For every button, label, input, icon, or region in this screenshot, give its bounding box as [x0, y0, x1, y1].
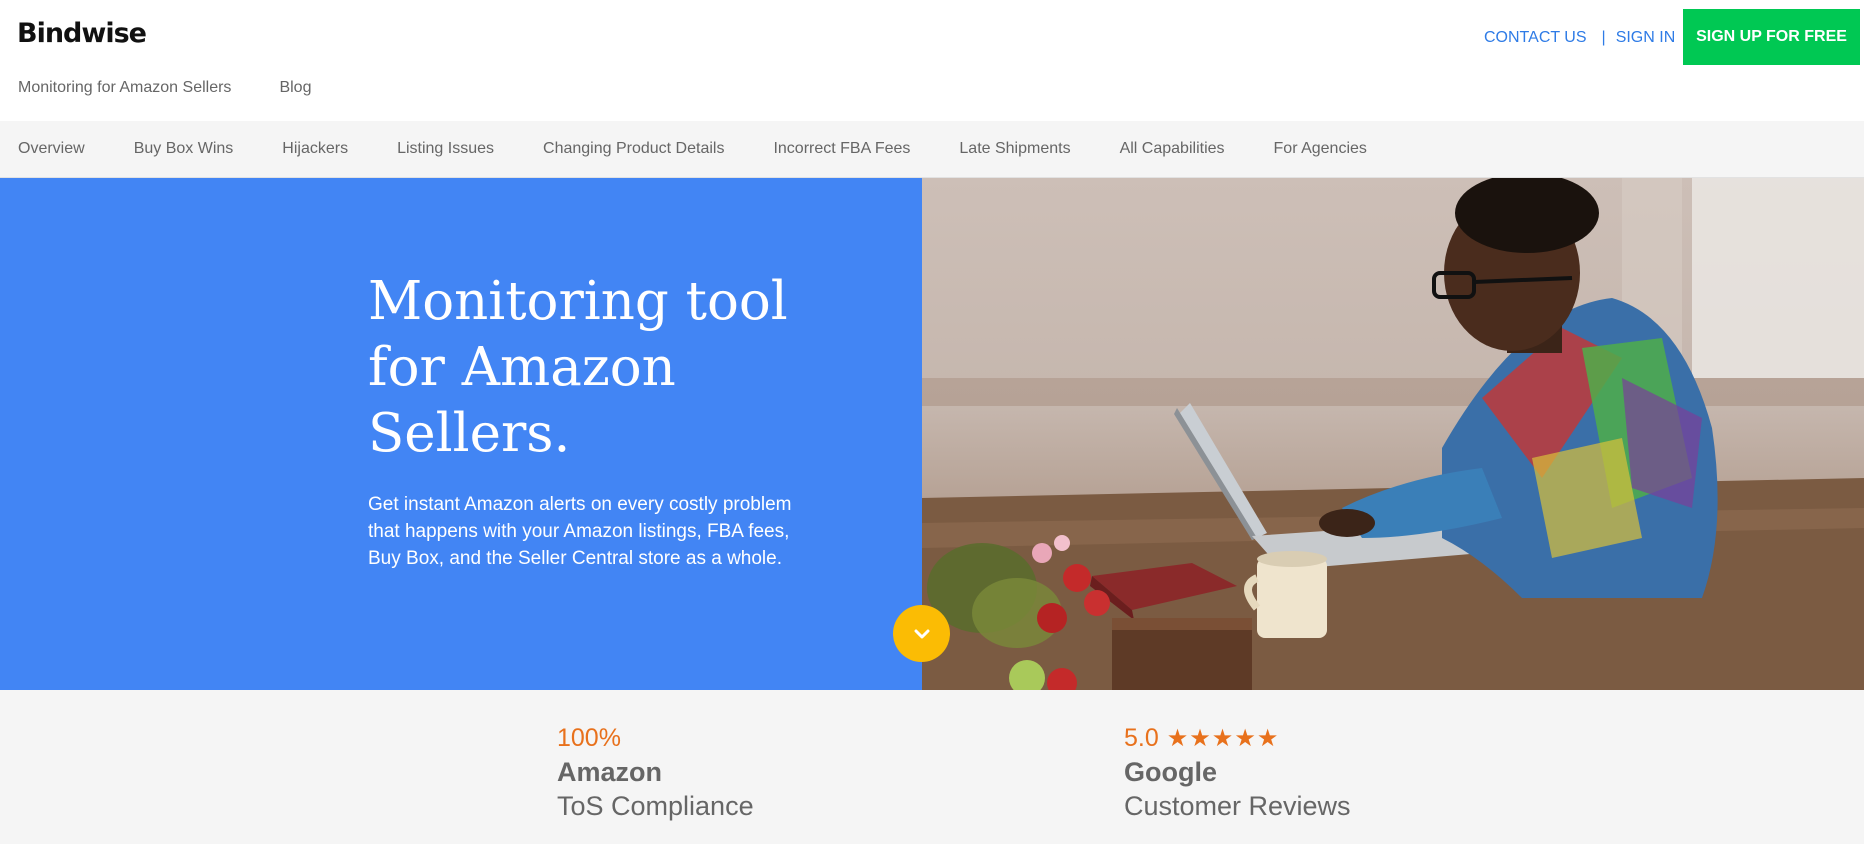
link-separator: | [1601, 29, 1606, 46]
stat-reviews: 5.0 ★★★★★ Google Customer Reviews [1124, 724, 1351, 822]
catnav-item-hijackers[interactable]: Hijackers [282, 140, 348, 158]
hero-title-line: for Amazon [368, 337, 676, 398]
category-nav: Overview Buy Box Wins Hijackers Listing … [0, 121, 1864, 178]
stat-subtitle: ToS Compliance [557, 791, 754, 821]
star-rating-icon: ★★★★★ [1166, 725, 1280, 752]
catnav-item-changing-product-details[interactable]: Changing Product Details [543, 140, 724, 158]
catnav-item-overview[interactable]: Overview [18, 140, 85, 158]
scroll-down-button[interactable] [893, 605, 950, 662]
hero-photo-illustration [922, 178, 1864, 690]
hero-title: Monitoring tool for Amazon Sellers. [368, 269, 848, 467]
stats-section: 100% Amazon ToS Compliance 5.0 ★★★★★ Goo… [0, 690, 1864, 844]
stat-title: Amazon [557, 757, 663, 787]
site-header: Bindwise Monitoring for Amazon Sellers B… [0, 0, 1864, 121]
catnav-item-late-shipments[interactable]: Late Shipments [959, 140, 1070, 158]
sign-in-link[interactable]: SIGN IN [1616, 29, 1676, 47]
catnav-item-incorrect-fba-fees[interactable]: Incorrect FBA Fees [773, 140, 910, 158]
contact-us-link[interactable]: CONTACT US [1484, 29, 1587, 47]
hero-description: Get instant Amazon alerts on every costl… [368, 494, 792, 569]
stat-title: Google [1124, 757, 1217, 787]
catnav-item-all-capabilities[interactable]: All Capabilities [1120, 140, 1225, 158]
catnav-item-for-agencies[interactable]: For Agencies [1274, 140, 1367, 158]
stat-subtitle: Customer Reviews [1124, 791, 1351, 821]
chevron-down-icon [914, 629, 929, 638]
stat-kpi: 5.0 [1124, 724, 1159, 752]
logo[interactable]: Bindwise [17, 18, 147, 49]
stat-compliance: 100% Amazon ToS Compliance [557, 724, 754, 822]
stat-kpi-row: 5.0 ★★★★★ [1124, 724, 1351, 753]
catnav-item-buy-box-wins[interactable]: Buy Box Wins [134, 140, 234, 158]
sub-navigation: Monitoring for Amazon Sellers Blog [18, 79, 311, 97]
sign-up-button[interactable]: SIGN UP FOR FREE [1683, 9, 1860, 65]
hero-title-line: Monitoring tool [368, 271, 788, 332]
hero-title-line: Sellers. [368, 403, 571, 464]
catnav-item-listing-issues[interactable]: Listing Issues [397, 140, 494, 158]
nav-link-monitoring[interactable]: Monitoring for Amazon Sellers [18, 79, 231, 97]
top-links: CONTACT US | SIGN IN [1484, 29, 1675, 47]
nav-link-blog[interactable]: Blog [279, 79, 311, 97]
hero-photo [922, 178, 1864, 690]
stat-kpi: 100% [557, 724, 621, 752]
